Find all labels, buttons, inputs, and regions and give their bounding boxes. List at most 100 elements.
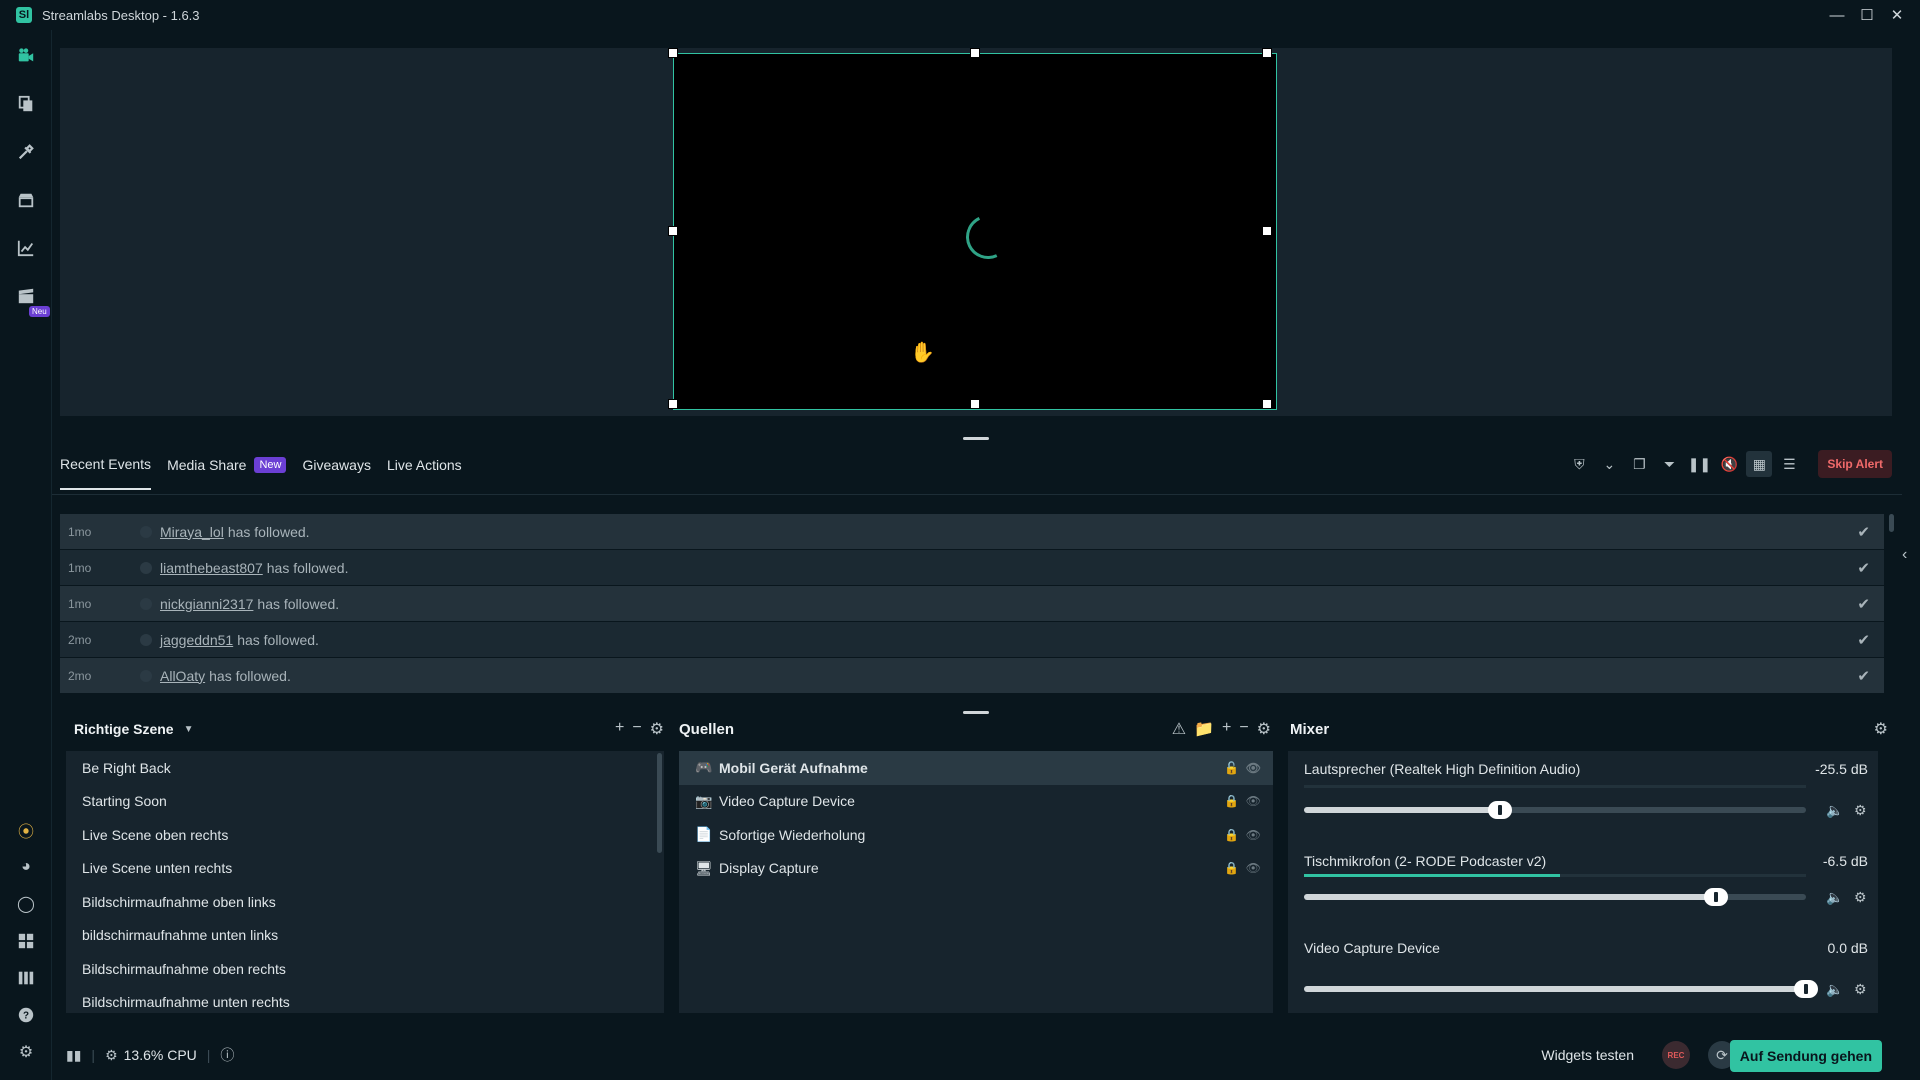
- tab-live-actions[interactable]: Live Actions: [387, 457, 462, 489]
- check-icon[interactable]: ✔: [1857, 523, 1870, 541]
- gear-icon[interactable]: ⚙: [1854, 981, 1867, 998]
- left-sidebar: Neu ⦿ ◕ ◯ ? ⚙: [0, 30, 52, 1080]
- source-item[interactable]: 📷 Video Capture Device 🔒 👁: [679, 785, 1273, 819]
- divider: |: [206, 1047, 211, 1063]
- cpu-gear-icon: ⚙: [105, 1046, 118, 1063]
- scene-item[interactable]: Live Scene unten rechts: [66, 852, 664, 886]
- check-icon[interactable]: ✔: [1857, 667, 1870, 685]
- chat-icon[interactable]: ◯: [16, 894, 36, 914]
- lock-icon[interactable]: 🔒 👁: [1224, 828, 1261, 842]
- record-button[interactable]: REC: [1662, 1041, 1690, 1069]
- add-icon[interactable]: +: [1222, 719, 1231, 739]
- dashboard-icon[interactable]: ◕: [16, 857, 36, 877]
- audio-source-icon[interactable]: ⚠: [1172, 719, 1186, 739]
- go-live-button[interactable]: Auf Sendung gehen: [1729, 1040, 1882, 1072]
- filter-icon[interactable]: ⏷: [1656, 451, 1682, 477]
- resize-handle[interactable]: [668, 226, 678, 236]
- remove-icon[interactable]: −: [1239, 719, 1248, 739]
- scene-item[interactable]: Bildschirmaufnahme oben rechts: [66, 952, 664, 986]
- popout-icon[interactable]: ❐: [1626, 451, 1652, 477]
- resize-handle[interactable]: [970, 399, 980, 409]
- scene-item[interactable]: Be Right Back: [66, 751, 664, 785]
- columns-icon[interactable]: [16, 968, 36, 988]
- avatar: [140, 561, 152, 574]
- prime-icon[interactable]: ⦿: [16, 820, 36, 841]
- scene-item[interactable]: Bildschirmaufnahme unten rechts: [66, 986, 664, 1020]
- speaker-icon[interactable]: 🔈: [1826, 981, 1843, 998]
- widgets-test-button[interactable]: Widgets testen: [1541, 1047, 1634, 1063]
- list-view-icon[interactable]: ☰: [1776, 451, 1802, 477]
- scrollbar[interactable]: [1889, 514, 1894, 532]
- grid-view-icon[interactable]: ▦: [1746, 451, 1773, 477]
- minimize-button[interactable]: —: [1822, 0, 1852, 30]
- themes-icon[interactable]: [16, 94, 36, 114]
- tab-recent-events[interactable]: Recent Events: [60, 456, 152, 490]
- volume-slider-knob[interactable]: [1794, 980, 1818, 998]
- volume-slider[interactable]: [1304, 888, 1806, 906]
- editor-icon[interactable]: [16, 46, 36, 66]
- scrollbar[interactable]: [657, 753, 662, 853]
- scene-item[interactable]: bildschirmaufnahme unten links: [66, 919, 664, 953]
- lock-icon[interactable]: 🔓 👁: [1224, 761, 1261, 775]
- folder-icon[interactable]: 📁: [1194, 719, 1214, 739]
- lock-icon[interactable]: 🔒 👁: [1224, 794, 1261, 808]
- mixer-channel-name: Lautsprecher (Realtek High Definition Au…: [1304, 761, 1581, 777]
- remove-icon[interactable]: −: [632, 719, 641, 739]
- scene-item[interactable]: Live Scene oben rechts: [66, 818, 664, 852]
- speaker-icon[interactable]: 🔈: [1826, 889, 1843, 906]
- lock-icon[interactable]: 🔒 👁: [1224, 861, 1261, 875]
- volume-slider[interactable]: [1304, 980, 1818, 998]
- event-user-link[interactable]: Miraya_lol: [160, 524, 224, 540]
- scene-item[interactable]: Starting Soon: [66, 785, 664, 819]
- event-user-link[interactable]: AllOaty: [160, 668, 205, 684]
- store-icon[interactable]: [16, 190, 36, 210]
- volume-slider[interactable]: [1304, 801, 1806, 819]
- tab-giveaways[interactable]: Giveaways: [302, 457, 370, 489]
- event-user-link[interactable]: jaggeddn51: [160, 632, 233, 648]
- tools-icon[interactable]: [16, 142, 36, 162]
- stats-icon[interactable]: ▮▮: [66, 1047, 81, 1064]
- event-user-link[interactable]: nickgianni2317: [160, 596, 253, 612]
- speaker-icon[interactable]: 🔈: [1826, 802, 1843, 819]
- gear-icon[interactable]: ⚙: [1854, 802, 1867, 819]
- check-icon[interactable]: ✔: [1857, 631, 1870, 649]
- info-icon[interactable]: ⓘ: [220, 1045, 234, 1065]
- gear-icon[interactable]: ⚙: [650, 719, 664, 739]
- tab-media-share[interactable]: Media Share: [167, 457, 246, 489]
- help-icon[interactable]: ?: [16, 1005, 36, 1025]
- event-user-link[interactable]: liamthebeast807: [160, 560, 263, 576]
- volume-slider-knob[interactable]: [1703, 888, 1728, 906]
- volume-slider-knob[interactable]: [1487, 801, 1512, 819]
- add-icon[interactable]: +: [615, 719, 624, 739]
- resize-handle[interactable]: [668, 399, 678, 409]
- gear-icon[interactable]: ⚙: [1257, 719, 1271, 739]
- check-icon[interactable]: ✔: [1857, 595, 1870, 613]
- resize-handle[interactable]: [1262, 399, 1272, 409]
- mute-alerts-icon[interactable]: 🔇: [1716, 451, 1742, 477]
- gear-icon[interactable]: ⚙: [1874, 719, 1888, 739]
- pause-icon[interactable]: ❚❚: [1686, 451, 1712, 477]
- analytics-icon[interactable]: [16, 238, 36, 258]
- source-item[interactable]: 📄 Sofortige Wiederholung 🔒 👁: [679, 818, 1273, 852]
- settings-icon[interactable]: ⚙: [16, 1042, 36, 1062]
- divider: [52, 494, 1902, 495]
- shield-icon[interactable]: ⛨: [1566, 451, 1592, 477]
- close-button[interactable]: ✕: [1882, 0, 1912, 30]
- chevron-left-icon[interactable]: ‹: [1902, 546, 1907, 564]
- scene-item[interactable]: Bildschirmaufnahme oben links: [66, 885, 664, 919]
- maximize-button[interactable]: ☐: [1852, 0, 1882, 30]
- resize-handle[interactable]: [1262, 48, 1272, 58]
- gear-icon[interactable]: ⚙: [1854, 889, 1867, 906]
- resize-handle[interactable]: [668, 48, 678, 58]
- resize-handle[interactable]: [970, 48, 980, 58]
- chevron-down-icon[interactable]: ⌄: [1596, 451, 1622, 477]
- resize-handle[interactable]: [1262, 226, 1272, 236]
- skip-alert-button[interactable]: Skip Alert: [1818, 450, 1892, 478]
- chevron-down-icon[interactable]: ▼: [184, 724, 194, 735]
- check-icon[interactable]: ✔: [1857, 559, 1870, 577]
- source-item[interactable]: 🎮 Mobil Gerät Aufnahme 🔓 👁: [679, 751, 1273, 785]
- layout-icon[interactable]: [16, 931, 36, 951]
- scene-collection-title[interactable]: Richtige Szene: [74, 721, 174, 737]
- clapperboard-icon[interactable]: [16, 286, 36, 306]
- source-item[interactable]: 🖥 Display Capture 🔒 👁: [679, 852, 1273, 886]
